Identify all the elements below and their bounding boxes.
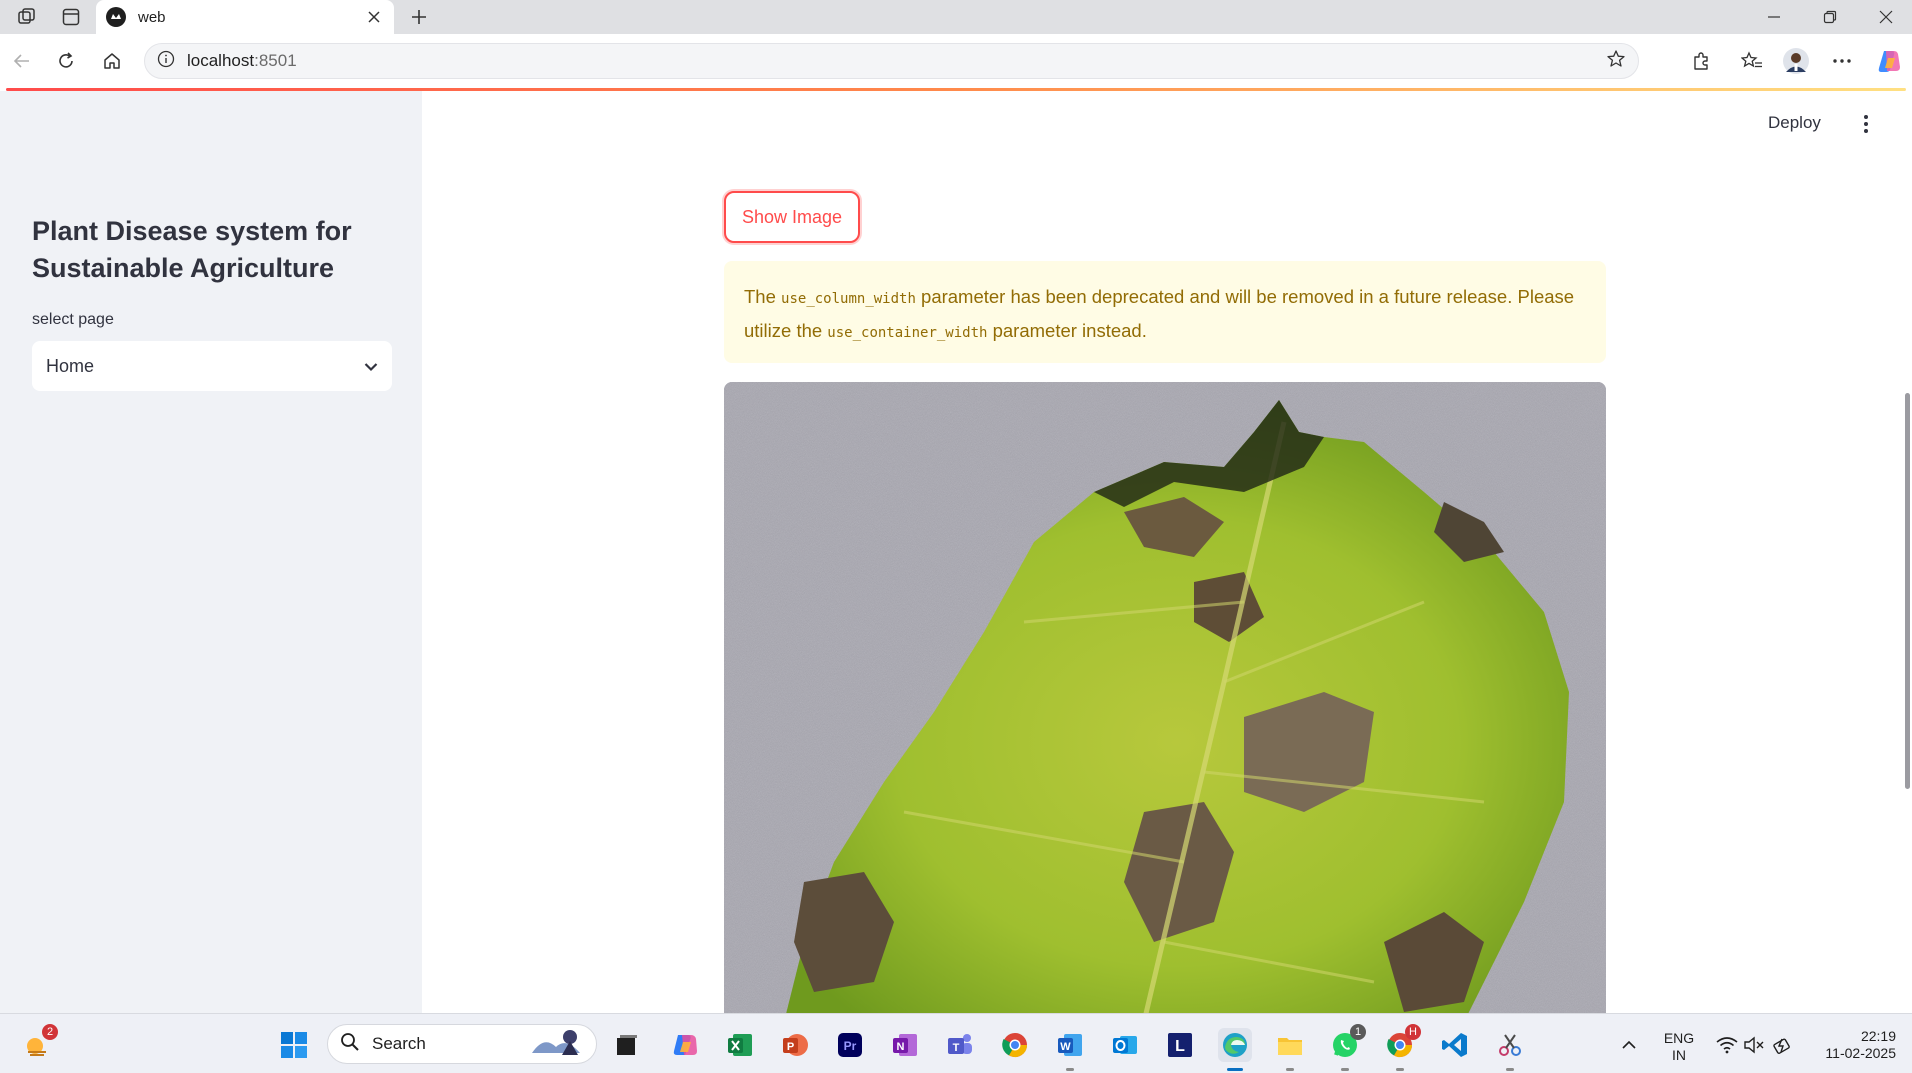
browser-toolbar: localhost:8501	[0, 34, 1912, 88]
chrome-icon[interactable]	[998, 1028, 1032, 1062]
main-content: Deploy Show Image The use_column_width p…	[422, 91, 1912, 1013]
more-options-icon[interactable]	[1826, 45, 1858, 77]
running-indicator	[1396, 1068, 1404, 1071]
tab-actions-icon[interactable]	[54, 4, 88, 30]
extensions-icon[interactable]	[1685, 45, 1717, 77]
edge-icon[interactable]	[1218, 1028, 1252, 1071]
browser-tab[interactable]: web	[96, 0, 394, 34]
launcher-l-icon[interactable]: L	[1163, 1028, 1197, 1062]
battery-charging-icon[interactable]	[1766, 1028, 1800, 1062]
taskbar-search[interactable]: Search	[327, 1024, 597, 1064]
tab-title: web	[138, 8, 166, 26]
page-select-value: Home	[46, 355, 95, 376]
svg-text:T: T	[953, 1042, 960, 1054]
workspaces-icon[interactable]	[10, 4, 44, 30]
clock[interactable]: 22:19 11-02-2025	[1810, 1028, 1896, 1062]
streamlit-favicon-icon	[106, 7, 126, 27]
deploy-button[interactable]: Deploy	[1768, 113, 1821, 133]
close-window-icon[interactable]	[1858, 0, 1912, 34]
file-explorer-icon[interactable]	[1273, 1028, 1307, 1071]
weather-badge: 2	[42, 1024, 58, 1040]
leaf-image	[724, 382, 1606, 1013]
minimize-icon[interactable]	[1746, 0, 1802, 34]
whatsapp-icon[interactable]: 1	[1328, 1024, 1366, 1071]
word-icon[interactable]: W	[1053, 1028, 1087, 1071]
premiere-pro-icon[interactable]: Pr	[833, 1028, 867, 1062]
onenote-icon[interactable]: N	[888, 1028, 922, 1062]
clock-time: 22:19	[1860, 1028, 1896, 1044]
search-icon	[340, 1032, 360, 1057]
close-tab-icon[interactable]	[364, 7, 384, 27]
copilot-icon[interactable]	[1873, 45, 1905, 77]
refresh-icon[interactable]	[50, 45, 82, 77]
sidebar-title: Plant Disease system for Sustainable Agr…	[32, 216, 352, 283]
running-indicator	[1286, 1068, 1294, 1071]
scrollbar[interactable]	[1905, 393, 1910, 789]
active-indicator	[1227, 1068, 1243, 1071]
address-bar[interactable]: localhost:8501	[144, 43, 1639, 79]
running-indicator	[1066, 1068, 1074, 1071]
taskbar: 2 Search P Pr N T W L 1 H ENG IN 22:19 1…	[0, 1013, 1912, 1073]
svg-text:P: P	[787, 1041, 794, 1053]
url-text: localhost:8501	[187, 51, 297, 70]
clock-date: 11-02-2025	[1825, 1045, 1896, 1061]
teams-icon[interactable]: T	[943, 1028, 977, 1062]
back-icon[interactable]	[6, 45, 38, 77]
svg-text:W: W	[1060, 1041, 1071, 1053]
main-menu-icon[interactable]	[1854, 111, 1878, 137]
snipping-tool-icon[interactable]	[1493, 1028, 1527, 1071]
windows-start-icon[interactable]	[277, 1028, 311, 1062]
restore-icon[interactable]	[1802, 0, 1858, 34]
home-icon[interactable]	[96, 45, 128, 77]
favorite-star-icon[interactable]	[1606, 49, 1626, 74]
page-select[interactable]: Home	[32, 341, 392, 391]
chevron-down-icon	[364, 356, 378, 377]
new-tab-icon[interactable]	[404, 4, 434, 30]
select-page-label: select page	[32, 311, 114, 328]
powerpoint-icon[interactable]: P	[778, 1028, 812, 1062]
task-view-icon[interactable]	[610, 1028, 644, 1062]
outlook-icon[interactable]	[1108, 1028, 1142, 1062]
show-image-button[interactable]: Show Image	[724, 191, 860, 243]
weather-widget-icon[interactable]: 2	[20, 1024, 58, 1062]
search-highlight-icon	[530, 1027, 584, 1062]
chrome-profile-icon[interactable]: H	[1383, 1024, 1421, 1071]
running-indicator	[1341, 1068, 1349, 1071]
svg-text:L: L	[1175, 1038, 1185, 1055]
copilot-app-icon[interactable]	[668, 1028, 702, 1062]
site-info-icon[interactable]	[157, 50, 175, 73]
sidebar: Plant Disease system for Sustainable Agr…	[0, 91, 422, 1013]
whatsapp-badge: 1	[1350, 1024, 1366, 1040]
browser-tab-strip: web	[0, 0, 1912, 34]
favorites-icon[interactable]	[1736, 45, 1768, 77]
running-indicator	[1506, 1068, 1514, 1071]
profile-avatar[interactable]	[1780, 45, 1812, 77]
excel-icon[interactable]	[723, 1028, 757, 1062]
show-hidden-icons-chevron-up-icon[interactable]	[1612, 1028, 1646, 1062]
deprecation-warning: The use_column_width parameter has been …	[724, 261, 1606, 363]
input-language[interactable]: ENG IN	[1660, 1030, 1698, 1064]
search-label: Search	[372, 1034, 426, 1053]
vscode-icon[interactable]	[1438, 1028, 1472, 1062]
svg-text:Pr: Pr	[844, 1039, 857, 1053]
chrome-profile-badge: H	[1405, 1024, 1421, 1040]
svg-text:N: N	[897, 1041, 905, 1053]
